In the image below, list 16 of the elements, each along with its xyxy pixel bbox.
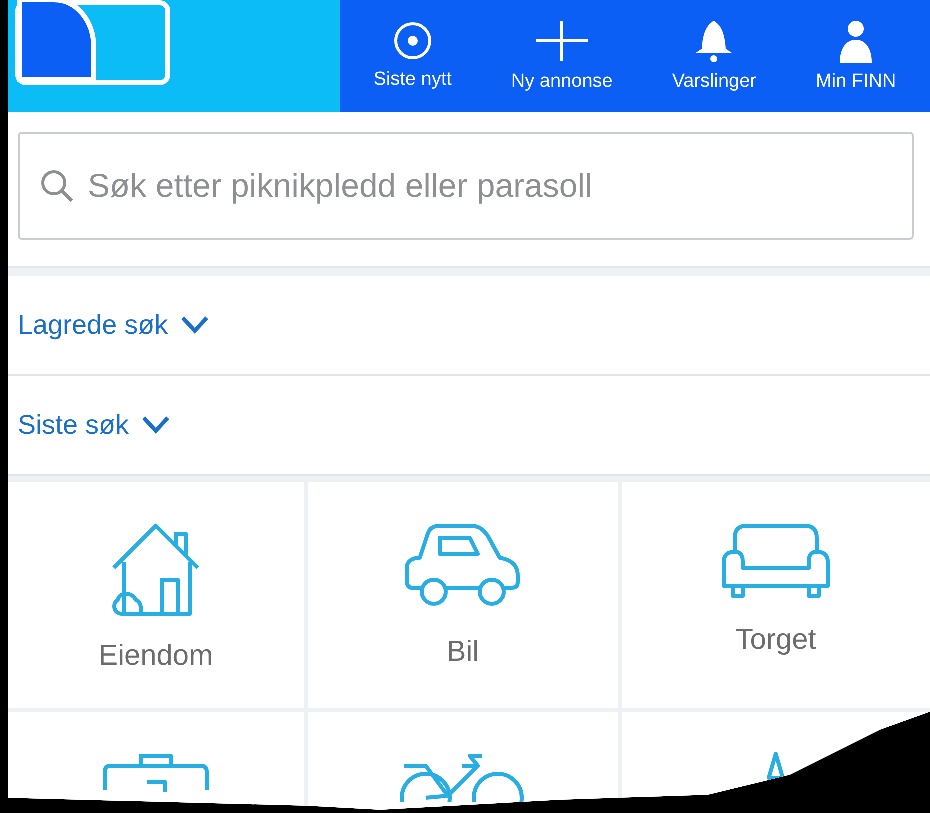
collapsible-section[interactable]: Lagrede søk: [8, 276, 930, 376]
logo-icon: [14, 0, 172, 86]
search-bar[interactable]: Søk etter piknikpledd eller parasoll: [18, 132, 914, 240]
category-tile[interactable]: Torget: [622, 482, 930, 708]
category-tile[interactable]: Bil: [308, 482, 618, 708]
target-icon: [392, 21, 433, 61]
nav-button[interactable]: Siste nytt: [370, 15, 456, 97]
category-tile[interactable]: Eiendom: [8, 482, 304, 708]
collapsible-section[interactable]: Siste søk: [8, 376, 930, 476]
nav-button[interactable]: Ny annonse: [507, 13, 617, 99]
search-field[interactable]: Søk etter piknikpledd eller parasoll: [86, 166, 892, 206]
search-icon: [40, 169, 74, 203]
nav-button[interactable]: Varslinger: [668, 13, 760, 99]
briefcase-icon: [101, 752, 211, 792]
nav-button[interactable]: Min FINN: [812, 13, 900, 99]
person-icon: [838, 19, 874, 63]
